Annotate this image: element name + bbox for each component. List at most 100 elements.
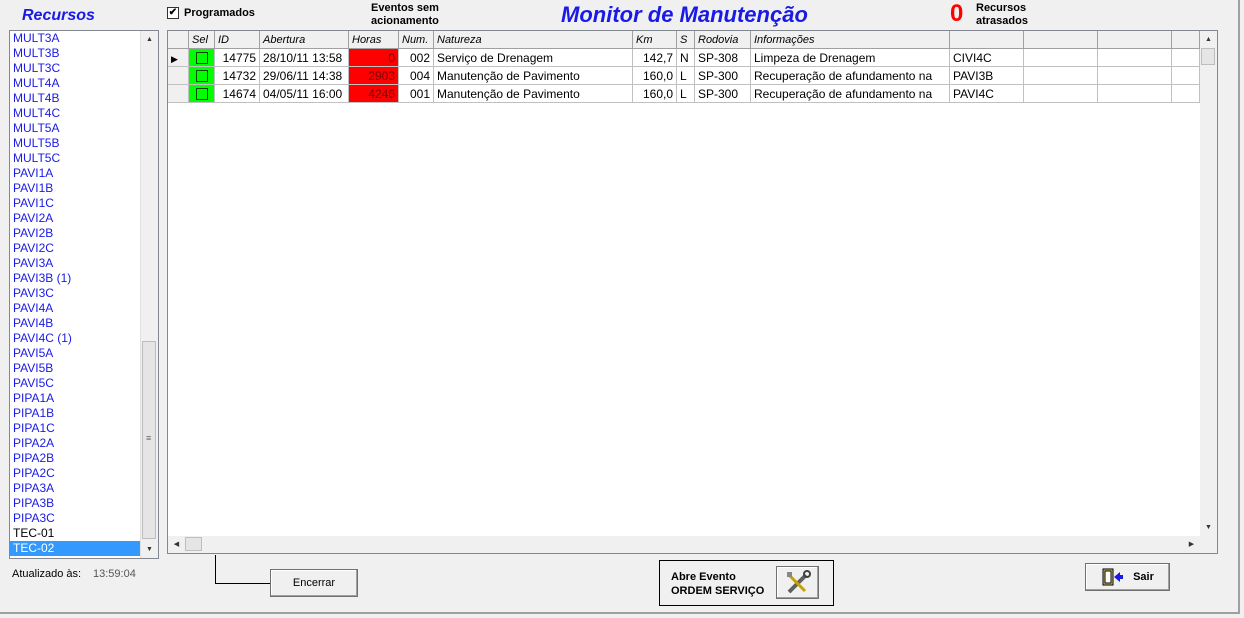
cell-num[interactable]: 001 xyxy=(398,84,434,103)
scroll-down-icon[interactable]: ▼ xyxy=(1200,519,1217,536)
column-header-horas[interactable]: Horas xyxy=(348,31,399,49)
list-item[interactable]: PAVI3A xyxy=(10,256,140,271)
list-item[interactable]: PAVI5A xyxy=(10,346,140,361)
cell-natureza[interactable]: Serviço de Drenagem xyxy=(433,48,633,67)
cell-informacoes[interactable]: Recuperação de afundamento na xyxy=(750,84,950,103)
cell-informacoes[interactable]: Limpeza de Drenagem xyxy=(750,48,950,67)
column-header-extra2[interactable] xyxy=(1023,31,1098,49)
scroll-left-icon[interactable]: ◀ xyxy=(168,536,185,553)
cell-empty[interactable] xyxy=(1023,84,1098,103)
cell-recurso[interactable]: PAVI4C xyxy=(949,84,1024,103)
list-item[interactable]: PIPA3B xyxy=(10,496,140,511)
cell-num[interactable]: 002 xyxy=(398,48,434,67)
cell-s[interactable]: N xyxy=(676,48,695,67)
cell-empty[interactable] xyxy=(1023,48,1098,67)
cell-km[interactable]: 160,0 xyxy=(632,66,677,85)
select-cell[interactable] xyxy=(188,48,215,67)
list-item[interactable]: PAVI2C xyxy=(10,241,140,256)
cell-empty[interactable] xyxy=(1171,84,1200,103)
cell-horas[interactable]: 4246 xyxy=(348,84,399,103)
list-item[interactable]: MULT3A xyxy=(10,31,140,46)
checkbox-check-icon[interactable]: ✔ xyxy=(167,7,179,19)
table-row[interactable]: 14732 29/06/11 14:38 2903 004 Manutenção de … xyxy=(168,66,1200,85)
cell-natureza[interactable]: Manutenção de Pavimento xyxy=(433,66,633,85)
row-indicator[interactable] xyxy=(168,84,189,103)
list-item[interactable]: MULT3C xyxy=(10,61,140,76)
row-indicator[interactable]: ▶ xyxy=(168,48,189,67)
list-item[interactable]: PIPA3A xyxy=(10,481,140,496)
list-item[interactable]: PIPA1C xyxy=(10,421,140,436)
column-header-num[interactable]: Num. xyxy=(398,31,434,49)
select-cell[interactable] xyxy=(188,66,215,85)
list-item[interactable]: MULT4A xyxy=(10,76,140,91)
list-item[interactable]: PAVI2B xyxy=(10,226,140,241)
list-item[interactable]: PIPA1B xyxy=(10,406,140,421)
encerrar-button[interactable]: Encerrar xyxy=(270,569,358,597)
list-item[interactable]: TEC-01 xyxy=(10,526,140,541)
column-header-s[interactable]: S xyxy=(676,31,695,49)
list-item[interactable]: PAVI1A xyxy=(10,166,140,181)
cell-horas[interactable]: 0 xyxy=(348,48,399,67)
column-header-sel[interactable]: Sel xyxy=(188,31,215,49)
cell-s[interactable]: L xyxy=(676,66,695,85)
cell-informacoes[interactable]: Recuperação de afundamento na xyxy=(750,66,950,85)
cell-km[interactable]: 160,0 xyxy=(632,84,677,103)
column-header-extra1[interactable] xyxy=(949,31,1024,49)
scroll-right-icon[interactable]: ▶ xyxy=(1183,536,1200,553)
list-item[interactable]: PAVI3C xyxy=(10,286,140,301)
column-header-id[interactable]: ID xyxy=(214,31,260,49)
scrollbar-thumb[interactable] xyxy=(1201,48,1215,65)
sair-button[interactable]: Sair xyxy=(1085,563,1170,591)
list-item[interactable]: MULT5B xyxy=(10,136,140,151)
column-header-km[interactable]: Km xyxy=(632,31,677,49)
list-item[interactable]: MULT4C xyxy=(10,106,140,121)
list-item[interactable]: TEC-02 xyxy=(10,541,140,556)
grid-horizontal-scrollbar[interactable]: ◀ ▶ xyxy=(168,536,1200,553)
cell-num[interactable]: 004 xyxy=(398,66,434,85)
scroll-up-icon[interactable]: ▲ xyxy=(1200,31,1217,48)
select-checkbox[interactable] xyxy=(195,88,208,101)
column-header-informacoes[interactable]: Informações xyxy=(750,31,950,49)
list-item[interactable]: PIPA3C xyxy=(10,511,140,526)
cell-empty[interactable] xyxy=(1171,66,1200,85)
cell-id[interactable]: 14775 xyxy=(214,48,260,67)
scroll-up-icon[interactable]: ▲ xyxy=(141,31,158,48)
programados-checkbox[interactable]: ✔ Programados xyxy=(167,7,255,19)
ordem-servico-button[interactable] xyxy=(776,566,819,599)
column-header-extra3[interactable] xyxy=(1097,31,1172,49)
cell-abertura[interactable]: 29/06/11 14:38 xyxy=(259,66,349,85)
cell-recurso[interactable]: PAVI3B xyxy=(949,66,1024,85)
list-item[interactable]: PAVI4C (1) xyxy=(10,331,140,346)
cell-km[interactable]: 142,7 xyxy=(632,48,677,67)
cell-s[interactable]: L xyxy=(676,84,695,103)
list-item[interactable]: MULT5A xyxy=(10,121,140,136)
select-cell[interactable] xyxy=(188,84,215,103)
cell-natureza[interactable]: Manutenção de Pavimento xyxy=(433,84,633,103)
list-item[interactable]: PAVI2A xyxy=(10,211,140,226)
cell-abertura[interactable]: 04/05/11 16:00 xyxy=(259,84,349,103)
list-item[interactable]: PAVI1B xyxy=(10,181,140,196)
cell-id[interactable]: 14732 xyxy=(214,66,260,85)
list-item[interactable]: PAVI5B xyxy=(10,361,140,376)
list-item[interactable]: PAVI1C xyxy=(10,196,140,211)
grid-vertical-scrollbar[interactable]: ▲ ▼ xyxy=(1200,31,1217,536)
cell-recurso[interactable]: CIVI4C xyxy=(949,48,1024,67)
list-item[interactable]: MULT4B xyxy=(10,91,140,106)
cell-empty[interactable] xyxy=(1097,48,1172,67)
list-item[interactable]: PAVI5C xyxy=(10,376,140,391)
list-item[interactable]: PIPA2A xyxy=(10,436,140,451)
list-item[interactable]: PAVI4A xyxy=(10,301,140,316)
column-header-rodovia[interactable]: Rodovia xyxy=(694,31,751,49)
row-indicator[interactable] xyxy=(168,66,189,85)
resources-listbox[interactable]: MULT3A MULT3B MULT3C MULT4A MULT4B MULT4C MULT… xyxy=(9,30,159,559)
cell-id[interactable]: 14674 xyxy=(214,84,260,103)
cell-empty[interactable] xyxy=(1023,66,1098,85)
scrollbar-thumb[interactable]: ≡ xyxy=(142,341,156,539)
column-header-abertura[interactable]: Abertura xyxy=(259,31,349,49)
cell-empty[interactable] xyxy=(1171,48,1200,67)
scroll-down-icon[interactable]: ▼ xyxy=(141,541,158,558)
scrollbar-thumb[interactable] xyxy=(185,537,202,551)
cell-horas[interactable]: 2903 xyxy=(348,66,399,85)
cell-rodovia[interactable]: SP-300 xyxy=(694,66,751,85)
list-item[interactable]: MULT3B xyxy=(10,46,140,61)
